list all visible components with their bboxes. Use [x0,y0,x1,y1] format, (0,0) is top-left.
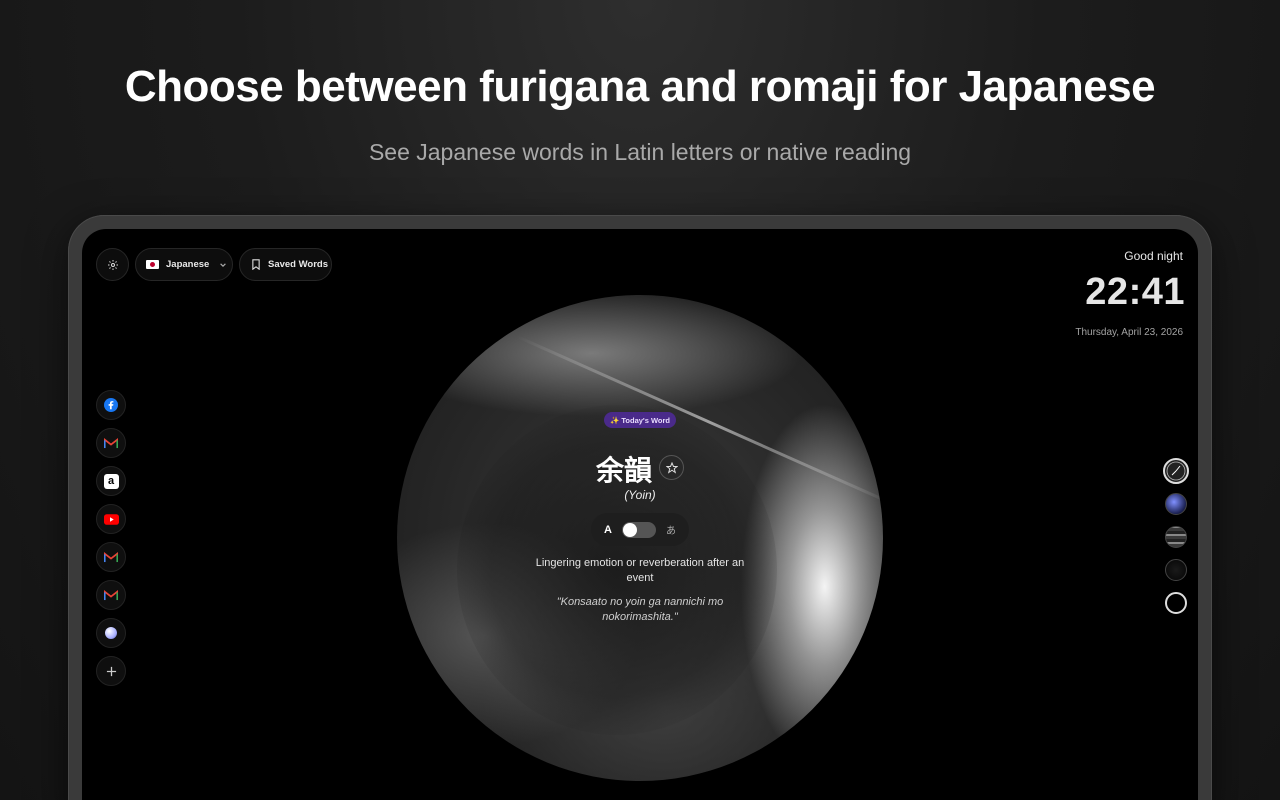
saved-words-button[interactable]: Saved Words [239,248,332,281]
gmail-icon [104,589,118,600]
gmail-icon [104,437,118,448]
bookmark-icon [252,259,260,270]
shortcut-gmail[interactable] [96,428,126,458]
add-shortcut-button[interactable] [96,656,126,686]
shortcut-youtube[interactable] [96,504,126,534]
facebook-icon [104,398,118,412]
star-icon [665,461,678,474]
shortcut-amazon[interactable]: a [96,466,126,496]
app-screen: Japanese Saved Words Good night 22:41 Th… [82,229,1198,800]
reading-mode-toggle[interactable]: A あ [591,513,689,546]
word-reading: (Yoin) [624,488,656,502]
shortcut-facebook[interactable] [96,390,126,420]
shortcut-site[interactable] [96,618,126,648]
chevron-down-icon [220,262,227,267]
clock-date: Thursday, April 23, 2026 [1075,327,1183,338]
save-word-button[interactable] [659,455,684,480]
japan-flag-icon [146,260,159,269]
theme-option-earth[interactable] [1165,493,1187,515]
language-label: Japanese [166,259,210,270]
clock-time: 22:41 [1085,271,1185,313]
theme-option-dark[interactable] [1165,559,1187,581]
saved-words-label: Saved Words [268,259,329,270]
plus-icon [106,666,116,676]
word-meaning: Lingering emotion or reverberation after… [535,557,745,584]
theme-option-wave[interactable] [1165,526,1187,548]
youtube-icon [103,513,119,525]
gmail-icon [104,551,118,562]
globe-icon [105,627,117,639]
theme-option-clock[interactable] [1163,458,1189,484]
hero-subtitle: See Japanese words in Latin letters or n… [368,139,912,165]
greeting-text: Good night [1124,249,1183,263]
theme-option-outline[interactable] [1165,592,1187,614]
toggle-switch[interactable] [621,521,656,538]
clock-theme-icon [1166,461,1186,481]
toggle-knob [622,522,637,537]
amazon-icon: a [103,473,119,489]
romaji-label: A [604,523,612,536]
shortcut-gmail-3[interactable] [96,580,126,610]
settings-button[interactable] [96,248,129,281]
shortcut-gmail-2[interactable] [96,542,126,572]
gear-icon [107,259,118,270]
word-text: 余韻 [596,454,653,487]
todays-word-badge: ✨ Today's Word [604,412,676,428]
word-example: "Konsaato no yoin ga nannichi mo nokorim… [556,596,724,623]
furigana-label: あ [665,526,676,537]
language-select[interactable]: Japanese [135,248,233,281]
hero-title: Choose between furigana and romaji for J… [124,62,1156,111]
